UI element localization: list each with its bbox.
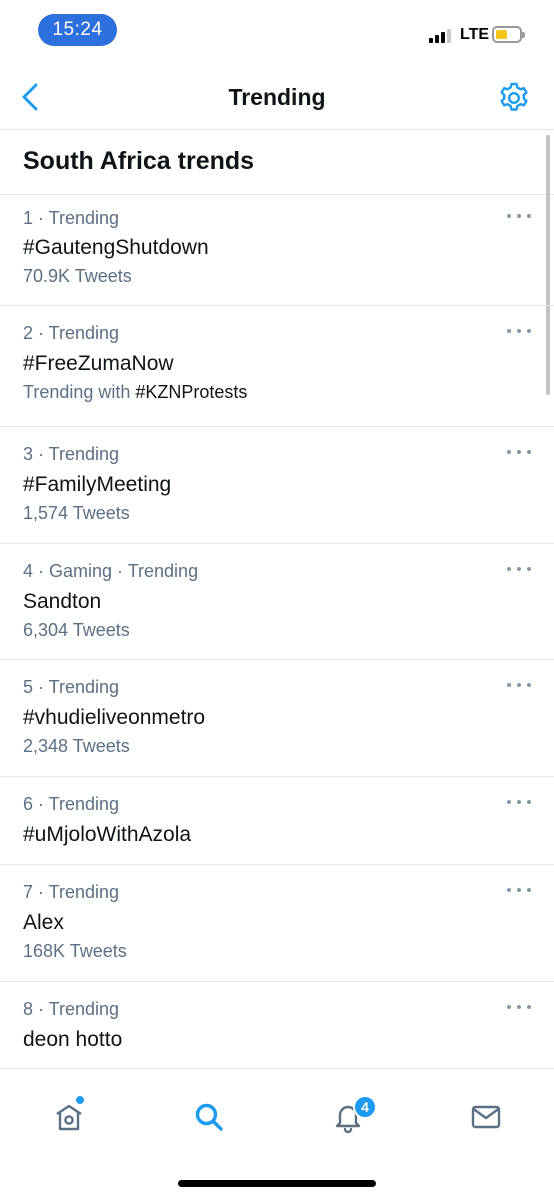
trend-name: #vhudieliveonmetro: [23, 706, 206, 729]
trend-name: #FreeZumaNow: [23, 352, 174, 375]
trend-meta: 5 · Trending: [23, 677, 120, 697]
search-icon: [195, 1103, 223, 1131]
trend-meta: 2 · Trending: [23, 323, 120, 343]
more-options-icon[interactable]: [507, 562, 531, 576]
more-options-icon[interactable]: [507, 209, 531, 223]
related-hashtag[interactable]: #KZNProtests: [135, 382, 247, 402]
trend-meta: 3 · Trending: [23, 444, 120, 464]
trend-tweet-count: 1,574 Tweets: [23, 503, 130, 523]
tab-search[interactable]: [189, 1097, 229, 1137]
trend-name: Sandton: [23, 590, 102, 613]
gear-icon: [500, 82, 528, 111]
trend-item[interactable]: 7 · Trending Alex 168K Tweets: [0, 865, 554, 982]
nav-header: Trending: [0, 62, 554, 130]
trend-item[interactable]: 2 · Trending #FreeZumaNow Trending with …: [0, 306, 554, 427]
new-content-dot: [75, 1095, 85, 1105]
notifications-badge: 4: [353, 1095, 377, 1119]
trend-meta: 7 · Trending: [23, 882, 120, 902]
trend-item[interactable]: 4 · Gaming · Trending Sandton 6,304 Twee…: [0, 544, 554, 660]
trend-context-prefix: Trending with: [23, 382, 136, 402]
trend-name: Alex: [23, 911, 64, 934]
trend-meta: 4 · Gaming · Trending: [23, 561, 199, 581]
home-indicator[interactable]: [178, 1180, 376, 1187]
trend-meta: 1 · Trending: [23, 208, 120, 228]
battery-icon: [492, 26, 525, 43]
trend-tweet-count: 70.9K Tweets: [23, 266, 132, 286]
trend-name: #uMjoloWithAzola: [23, 823, 192, 846]
more-options-icon[interactable]: [507, 678, 531, 692]
more-options-icon[interactable]: [507, 324, 531, 338]
more-options-icon[interactable]: [507, 1000, 531, 1014]
trend-item[interactable]: 6 · Trending #uMjoloWithAzola: [0, 777, 554, 865]
trend-item[interactable]: 5 · Trending #vhudieliveonmetro 2,348 Tw…: [0, 660, 554, 777]
trend-tweet-count: 6,304 Tweets: [23, 620, 130, 640]
trend-meta: 8 · Trending: [23, 999, 120, 1019]
trend-item[interactable]: 1 · Trending #GautengShutdown 70.9K Twee…: [0, 195, 554, 306]
trend-item[interactable]: 8 · Trending deon hotto: [0, 982, 554, 1070]
more-options-icon[interactable]: [507, 445, 531, 459]
home-icon: [56, 1104, 82, 1131]
trend-list: 1 · Trending #GautengShutdown 70.9K Twee…: [0, 195, 554, 1070]
trend-name: #GautengShutdown: [23, 236, 209, 259]
section-title: South Africa trends: [23, 147, 255, 175]
section-header: South Africa trends: [0, 131, 554, 195]
trend-meta: 6 · Trending: [23, 794, 120, 814]
signal-icon: [429, 27, 451, 43]
trend-item[interactable]: 3 · Trending #FamilyMeeting 1,574 Tweets: [0, 427, 554, 544]
tab-messages[interactable]: [466, 1097, 506, 1137]
more-options-icon[interactable]: [507, 883, 531, 897]
trend-context: Trending with #KZNProtests: [23, 382, 247, 403]
trend-name: deon hotto: [23, 1028, 123, 1051]
page-title: Trending: [228, 84, 326, 110]
more-options-icon[interactable]: [507, 795, 531, 809]
trend-tweet-count: 168K Tweets: [23, 941, 127, 961]
trend-name: #FamilyMeeting: [23, 473, 172, 496]
network-label: LTE: [460, 26, 490, 43]
trend-tweet-count: 2,348 Tweets: [23, 736, 130, 756]
settings-button[interactable]: [497, 81, 531, 115]
status-bar: 15:24 LTE: [0, 0, 554, 62]
status-time: 15:24: [38, 14, 117, 46]
mail-icon: [471, 1105, 501, 1129]
